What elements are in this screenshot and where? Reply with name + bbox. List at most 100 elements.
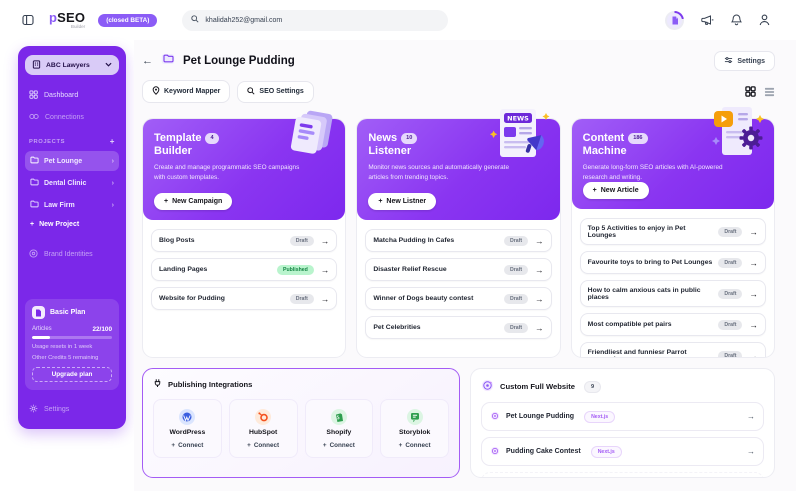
list-item[interactable]: Pet Celebrities Draft →	[365, 316, 552, 339]
page-settings-button[interactable]: Settings	[714, 51, 775, 71]
plus-icon: +	[378, 198, 383, 205]
folder-icon	[30, 156, 39, 166]
list-item[interactable]: Friendliest and funniesr Parrot companio…	[579, 342, 766, 357]
count-badge: 186	[628, 132, 648, 145]
list-view-icon[interactable]	[764, 87, 775, 97]
connect-button[interactable]: + Connect	[323, 442, 355, 449]
list-item[interactable]: Disaster Relief Rescue Draft →	[365, 258, 552, 281]
app-logo: pSEO Builder	[49, 11, 85, 30]
card-description: Create and manage programmatic SEO campa…	[154, 163, 300, 181]
integration-hubspot: HubSpot + Connect	[228, 399, 298, 458]
toolbar: Keyword Mapper SEO Settings	[142, 80, 775, 103]
new-campaign-button[interactable]: + New Campaign	[154, 193, 233, 210]
website-row[interactable]: Pet Lounge Next.js	[481, 472, 764, 477]
sidebar-project-law-firm[interactable]: Law Firm ›	[25, 195, 119, 215]
card-title: Content 186 Machine	[583, 132, 709, 158]
custom-websites-panel: Custom Full Website 9 Pet Lounge Pudding…	[470, 368, 775, 478]
list-item[interactable]: Matcha Pudding In Cafes Draft →	[365, 229, 552, 252]
sidebar-item-dashboard[interactable]: Dashboard	[25, 85, 119, 106]
notifications-bell-icon[interactable]	[731, 14, 742, 26]
sliders-icon	[724, 56, 733, 66]
status-badge: Draft	[504, 293, 529, 304]
plus-icon: +	[164, 198, 169, 205]
search-small-icon	[247, 86, 255, 97]
new-project-button[interactable]: + New Project	[25, 215, 119, 232]
arrow-right-icon[interactable]: →	[747, 412, 755, 421]
arrow-right-icon[interactable]: →	[749, 227, 758, 237]
list-item[interactable]: How to calm anxious cats in public place…	[579, 280, 766, 308]
arrow-right-icon[interactable]: →	[747, 447, 755, 456]
website-globe-icon	[481, 379, 494, 394]
sidebar-item-settings[interactable]: Settings	[25, 399, 119, 420]
arrow-right-icon[interactable]: →	[749, 351, 758, 357]
back-button[interactable]: ←	[142, 55, 153, 67]
add-project-icon[interactable]: +	[110, 137, 115, 146]
sidebar-project-pet-lounge[interactable]: Pet Lounge ›	[25, 151, 119, 171]
status-badge: Published	[277, 264, 314, 275]
article-list: Top 5 Activities to enjoy in Pet Lounges…	[572, 209, 774, 357]
list-item[interactable]: Landing Pages Published →	[151, 258, 338, 281]
status-badge: Draft	[718, 257, 743, 268]
arrow-right-icon[interactable]: →	[321, 236, 330, 246]
plus-icon: +	[398, 442, 403, 449]
search-input[interactable]: khalidah252@gmail.com	[182, 9, 449, 31]
template-builder-header: Template 4 Builder Create and manage prog…	[143, 110, 346, 220]
sidebar-collapse-icon[interactable]	[22, 14, 34, 26]
arrow-right-icon[interactable]: →	[321, 265, 330, 275]
announcement-icon[interactable]	[701, 14, 714, 26]
user-account-icon[interactable]	[759, 14, 770, 26]
list-item[interactable]: Most compatible pet pairs Draft →	[579, 313, 766, 337]
arrow-right-icon[interactable]: →	[535, 236, 544, 246]
gear-icon	[29, 404, 38, 415]
list-item[interactable]: Blog Posts Draft →	[151, 229, 338, 252]
list-item[interactable]: Website for Pudding Draft →	[151, 287, 338, 310]
project-label: Dental Clinic	[44, 179, 87, 187]
arrow-right-icon[interactable]: →	[535, 265, 544, 275]
framework-badge: Next.js	[584, 410, 616, 423]
plus-icon: +	[322, 442, 327, 449]
search-icon	[191, 15, 199, 25]
view-toggles	[745, 86, 775, 97]
list-item[interactable]: Favourite toys to bring to Pet Lounges D…	[579, 251, 766, 275]
card-description: Monitor news sources and automatically g…	[368, 163, 509, 181]
new-article-button[interactable]: + New Article	[582, 182, 649, 200]
connect-button[interactable]: + Connect	[247, 442, 279, 449]
plan-card: Basic Plan Articles 22/100 Usage resets …	[25, 299, 119, 390]
template-builder-card: Template 4 Builder Create and manage prog…	[142, 110, 347, 358]
website-row[interactable]: Pet Lounge Pudding Next.js →	[481, 402, 764, 431]
website-row[interactable]: Pudding Cake Contest Next.js →	[481, 437, 764, 466]
new-listener-button[interactable]: + New Listner	[368, 193, 437, 210]
arrow-right-icon[interactable]: →	[749, 289, 758, 299]
upgrade-plan-button[interactable]: Upgrade plan	[32, 367, 112, 382]
credits-progress-icon[interactable]	[665, 10, 684, 30]
arrow-right-icon[interactable]: →	[535, 323, 544, 333]
sidebar-item-brand-identities[interactable]: Brand Identities	[25, 244, 119, 265]
news-list: Matcha Pudding In Cafes Draft → Disaster…	[357, 220, 559, 348]
arrow-right-icon[interactable]: →	[321, 294, 330, 304]
list-item[interactable]: Top 5 Activities to enjoy in Pet Lounges…	[579, 218, 766, 246]
search-value: khalidah252@gmail.com	[205, 16, 283, 24]
arrow-right-icon[interactable]: →	[749, 258, 758, 268]
plus-icon: +	[30, 221, 35, 228]
plan-doc-icon	[32, 306, 45, 319]
article-machine-illustration	[704, 105, 770, 172]
arrow-right-icon[interactable]: →	[749, 320, 758, 330]
chevron-right-icon: ›	[111, 157, 114, 165]
credits-note: Other Credits 5 remaining	[32, 355, 99, 361]
sidebar-item-label: Brand Identities	[44, 251, 93, 258]
workspace-selector[interactable]: ABC Lawyers	[25, 55, 119, 75]
chevron-right-icon: ›	[111, 201, 114, 209]
integration-storyblok: Storyblok + Connect	[380, 399, 449, 458]
connect-button[interactable]: + Connect	[171, 442, 203, 449]
arrow-right-icon[interactable]: →	[535, 294, 544, 304]
connect-button[interactable]: + Connect	[399, 442, 431, 449]
sidebar-project-dental-clinic[interactable]: Dental Clinic ›	[25, 173, 119, 193]
plug-icon	[153, 378, 162, 390]
list-item[interactable]: Winner of Dogs beauty contest Draft →	[365, 287, 552, 310]
grid-view-icon[interactable]	[745, 86, 756, 97]
keyword-mapper-button[interactable]: Keyword Mapper	[142, 80, 231, 103]
seo-settings-button[interactable]: SEO Settings	[237, 80, 314, 103]
sidebar-item-connections[interactable]: Connections	[25, 108, 119, 127]
status-badge: Draft	[289, 235, 314, 246]
folder-icon	[30, 200, 39, 210]
